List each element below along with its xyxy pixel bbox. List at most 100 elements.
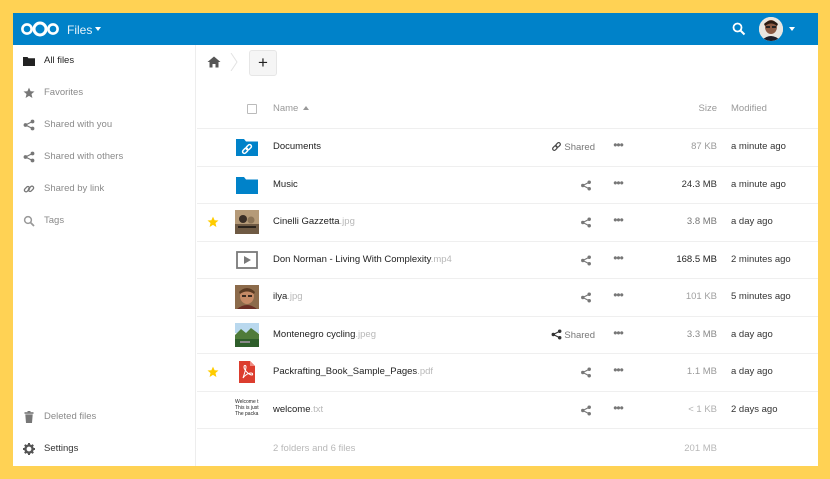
sidebar-item-label: Favorites — [44, 87, 84, 98]
table-row[interactable]: Don Norman - Living With Complexity.mp4 •… — [197, 240, 818, 278]
table-row[interactable]: Music ••• 24.3 MB a minute ago — [197, 165, 818, 203]
chevron-down-icon[interactable] — [95, 27, 101, 31]
file-name-base: Music — [273, 178, 298, 190]
file-name-base: Cinelli Gazzetta — [273, 216, 340, 227]
file-thumbnail[interactable] — [235, 322, 259, 347]
summary-total-size: 201 MB — [684, 443, 717, 454]
more-actions-icon[interactable]: ••• — [611, 289, 625, 304]
share-icon[interactable] — [580, 255, 592, 266]
more-actions-icon[interactable]: ••• — [611, 327, 625, 342]
table-summary: 2 folders and 6 files 201 MB — [197, 428, 818, 466]
file-name[interactable]: Cinelli Gazzetta.jpg — [273, 216, 355, 227]
file-name-base: welcome — [273, 403, 311, 415]
sidebar-item-deleted-files[interactable]: Deleted files — [13, 401, 195, 433]
file-thumbnail[interactable]: Welcome t This is just The packa — [235, 398, 259, 422]
sidebar-item-settings[interactable]: Settings — [13, 433, 195, 465]
avatar[interactable] — [759, 17, 783, 41]
text-preview-line: Welcome t — [235, 398, 259, 405]
more-actions-icon[interactable]: ••• — [611, 139, 625, 154]
column-header-size[interactable]: Size — [699, 103, 717, 114]
sidebar-item-favorites[interactable]: Favorites — [13, 77, 195, 109]
file-name[interactable]: Montenegro cycling.jpeg — [273, 329, 376, 340]
file-thumbnail[interactable] — [235, 360, 259, 384]
more-actions-icon[interactable]: ••• — [611, 364, 625, 379]
column-header-modified[interactable]: Modified — [731, 103, 767, 114]
file-name-base: Packrafting_Book_Sample_Pages — [273, 366, 418, 377]
sidebar-item-shared-with-you[interactable]: Shared with you — [13, 109, 195, 141]
table-row[interactable]: Documents Shared ••• 87 KB a minute ago — [197, 128, 818, 165]
favorite-star-icon[interactable] — [207, 366, 219, 378]
file-name[interactable]: welcome.txt — [273, 404, 323, 415]
file-modified: 2 days ago — [731, 403, 778, 415]
file-thumbnail[interactable] — [235, 248, 259, 272]
chevron-down-icon[interactable] — [789, 27, 795, 31]
table-row[interactable]: Packrafting_Book_Sample_Pages.pdf ••• 1.1 … — [197, 353, 818, 390]
share-icon — [551, 329, 564, 341]
link-icon — [23, 185, 35, 193]
more-actions-icon[interactable]: ••• — [611, 177, 625, 192]
file-list-area: + Name Size Modified Documents Shared ••• 8… — [197, 45, 818, 466]
favorite-star-icon[interactable] — [207, 216, 219, 228]
sidebar-item-shared-by-link[interactable]: Shared by link — [13, 173, 195, 205]
file-modified: 5 minutes ago — [731, 291, 791, 302]
top-header: Files — [13, 13, 818, 45]
file-size: 87 KB — [691, 141, 717, 152]
shared-label: Shared — [564, 329, 595, 341]
table-row[interactable]: ilya.jpg ••• 101 KB 5 minutes ago — [197, 278, 818, 315]
table-row[interactable]: Montenegro cycling.jpeg Shared ••• 3.3 MB a … — [197, 315, 818, 353]
file-extension: .jpeg — [355, 328, 376, 340]
file-size: < 1 KB — [688, 403, 717, 415]
file-name[interactable]: Music — [273, 179, 298, 190]
file-name-base: Montenegro cycling — [273, 328, 356, 340]
file-size: 3.3 MB — [686, 328, 717, 340]
search-icon[interactable] — [731, 21, 747, 37]
share-icon[interactable] — [580, 292, 592, 303]
file-thumbnail[interactable] — [235, 285, 259, 309]
column-header-name[interactable]: Name — [273, 103, 310, 114]
file-name[interactable]: Don Norman - Living With Complexity.mp4 — [273, 254, 452, 265]
file-modified: a minute ago — [731, 141, 786, 152]
add-button[interactable]: + — [249, 50, 277, 76]
app-title[interactable]: Files — [67, 23, 92, 37]
file-name-base: ilya — [273, 291, 288, 302]
select-all-checkbox[interactable] — [247, 104, 257, 114]
file-name[interactable]: Documents — [273, 141, 321, 152]
share-icon — [23, 119, 35, 131]
table-row[interactable]: Welcome t This is just The packa welcome.tx… — [197, 390, 818, 428]
share-icon[interactable] — [580, 217, 592, 228]
sidebar-item-shared-with-others[interactable]: Shared with others — [13, 141, 195, 173]
shared-status-button[interactable]: Shared — [551, 329, 595, 341]
sidebar-item-tags[interactable]: Tags — [13, 205, 195, 237]
share-icon[interactable] — [580, 405, 592, 416]
share-icon[interactable] — [580, 367, 592, 378]
more-actions-icon[interactable]: ••• — [611, 402, 625, 417]
nextcloud-logo-icon[interactable] — [20, 21, 60, 37]
file-name-base: Don Norman - Living With Complexity — [273, 253, 431, 265]
more-actions-icon[interactable]: ••• — [611, 214, 625, 229]
add-button-label: + — [258, 53, 268, 72]
file-name[interactable]: ilya.jpg — [273, 291, 303, 302]
file-modified: 2 minutes ago — [731, 253, 791, 265]
shared-label: Shared — [564, 142, 595, 153]
sidebar-item-label: Shared by link — [44, 183, 105, 194]
sidebar-item-label: Deleted files — [44, 411, 97, 422]
file-size: 24.3 MB — [681, 178, 717, 190]
share-icon[interactable] — [580, 180, 592, 191]
sidebar-item-label: All files — [44, 55, 75, 66]
file-thumbnail[interactable] — [235, 135, 259, 159]
file-size: 168.5 MB — [676, 253, 717, 265]
file-thumbnail[interactable] — [235, 210, 259, 234]
shared-status-button[interactable]: Shared — [551, 141, 595, 153]
home-icon[interactable] — [207, 56, 221, 68]
table-row[interactable]: Cinelli Gazzetta.jpg ••• 3.8 MB a day ago — [197, 203, 818, 240]
app-window: Files All files Favorites Shared with yo… — [13, 13, 818, 466]
more-actions-icon[interactable]: ••• — [611, 252, 625, 267]
file-name[interactable]: Packrafting_Book_Sample_Pages.pdf — [273, 366, 433, 377]
sidebar-item-label: Settings — [44, 443, 79, 454]
file-name-base: Documents — [273, 141, 322, 152]
file-thumbnail[interactable] — [235, 173, 259, 197]
file-size: 101 KB — [685, 291, 717, 302]
sidebar-item-all-files[interactable]: All files — [13, 45, 195, 77]
star-icon — [23, 87, 35, 98]
text-preview-line: The packa — [235, 410, 259, 417]
